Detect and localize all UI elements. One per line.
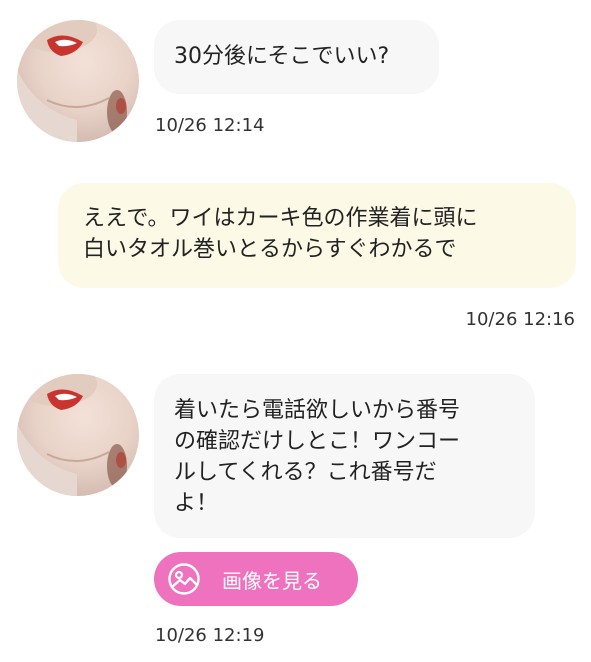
avatar-photo <box>17 20 127 142</box>
message-timestamp: 10/26 12:14 <box>155 115 265 136</box>
view-image-button[interactable]: 画像を見る <box>154 552 358 606</box>
avatar[interactable] <box>17 20 139 142</box>
view-image-label: 画像を見る <box>222 568 322 593</box>
avatar[interactable] <box>17 374 139 496</box>
message-bubble-incoming[interactable]: 着いたら電話欲しいから番号 の確認だけしとこ！ワンコー ルしてくれる？これ番号だ… <box>154 374 535 538</box>
message-timestamp: 10/26 12:16 <box>465 309 575 330</box>
message-bubble-incoming[interactable]: 30分後にそこでいい? <box>154 20 439 94</box>
message-timestamp: 10/26 12:19 <box>155 625 265 646</box>
message-bubble-outgoing[interactable]: ええで。ワイはカーキ色の作業着に頭に 白いタオル巻いとるからすぐわかるで <box>58 183 576 288</box>
avatar-photo <box>17 374 127 496</box>
image-icon <box>168 563 200 595</box>
